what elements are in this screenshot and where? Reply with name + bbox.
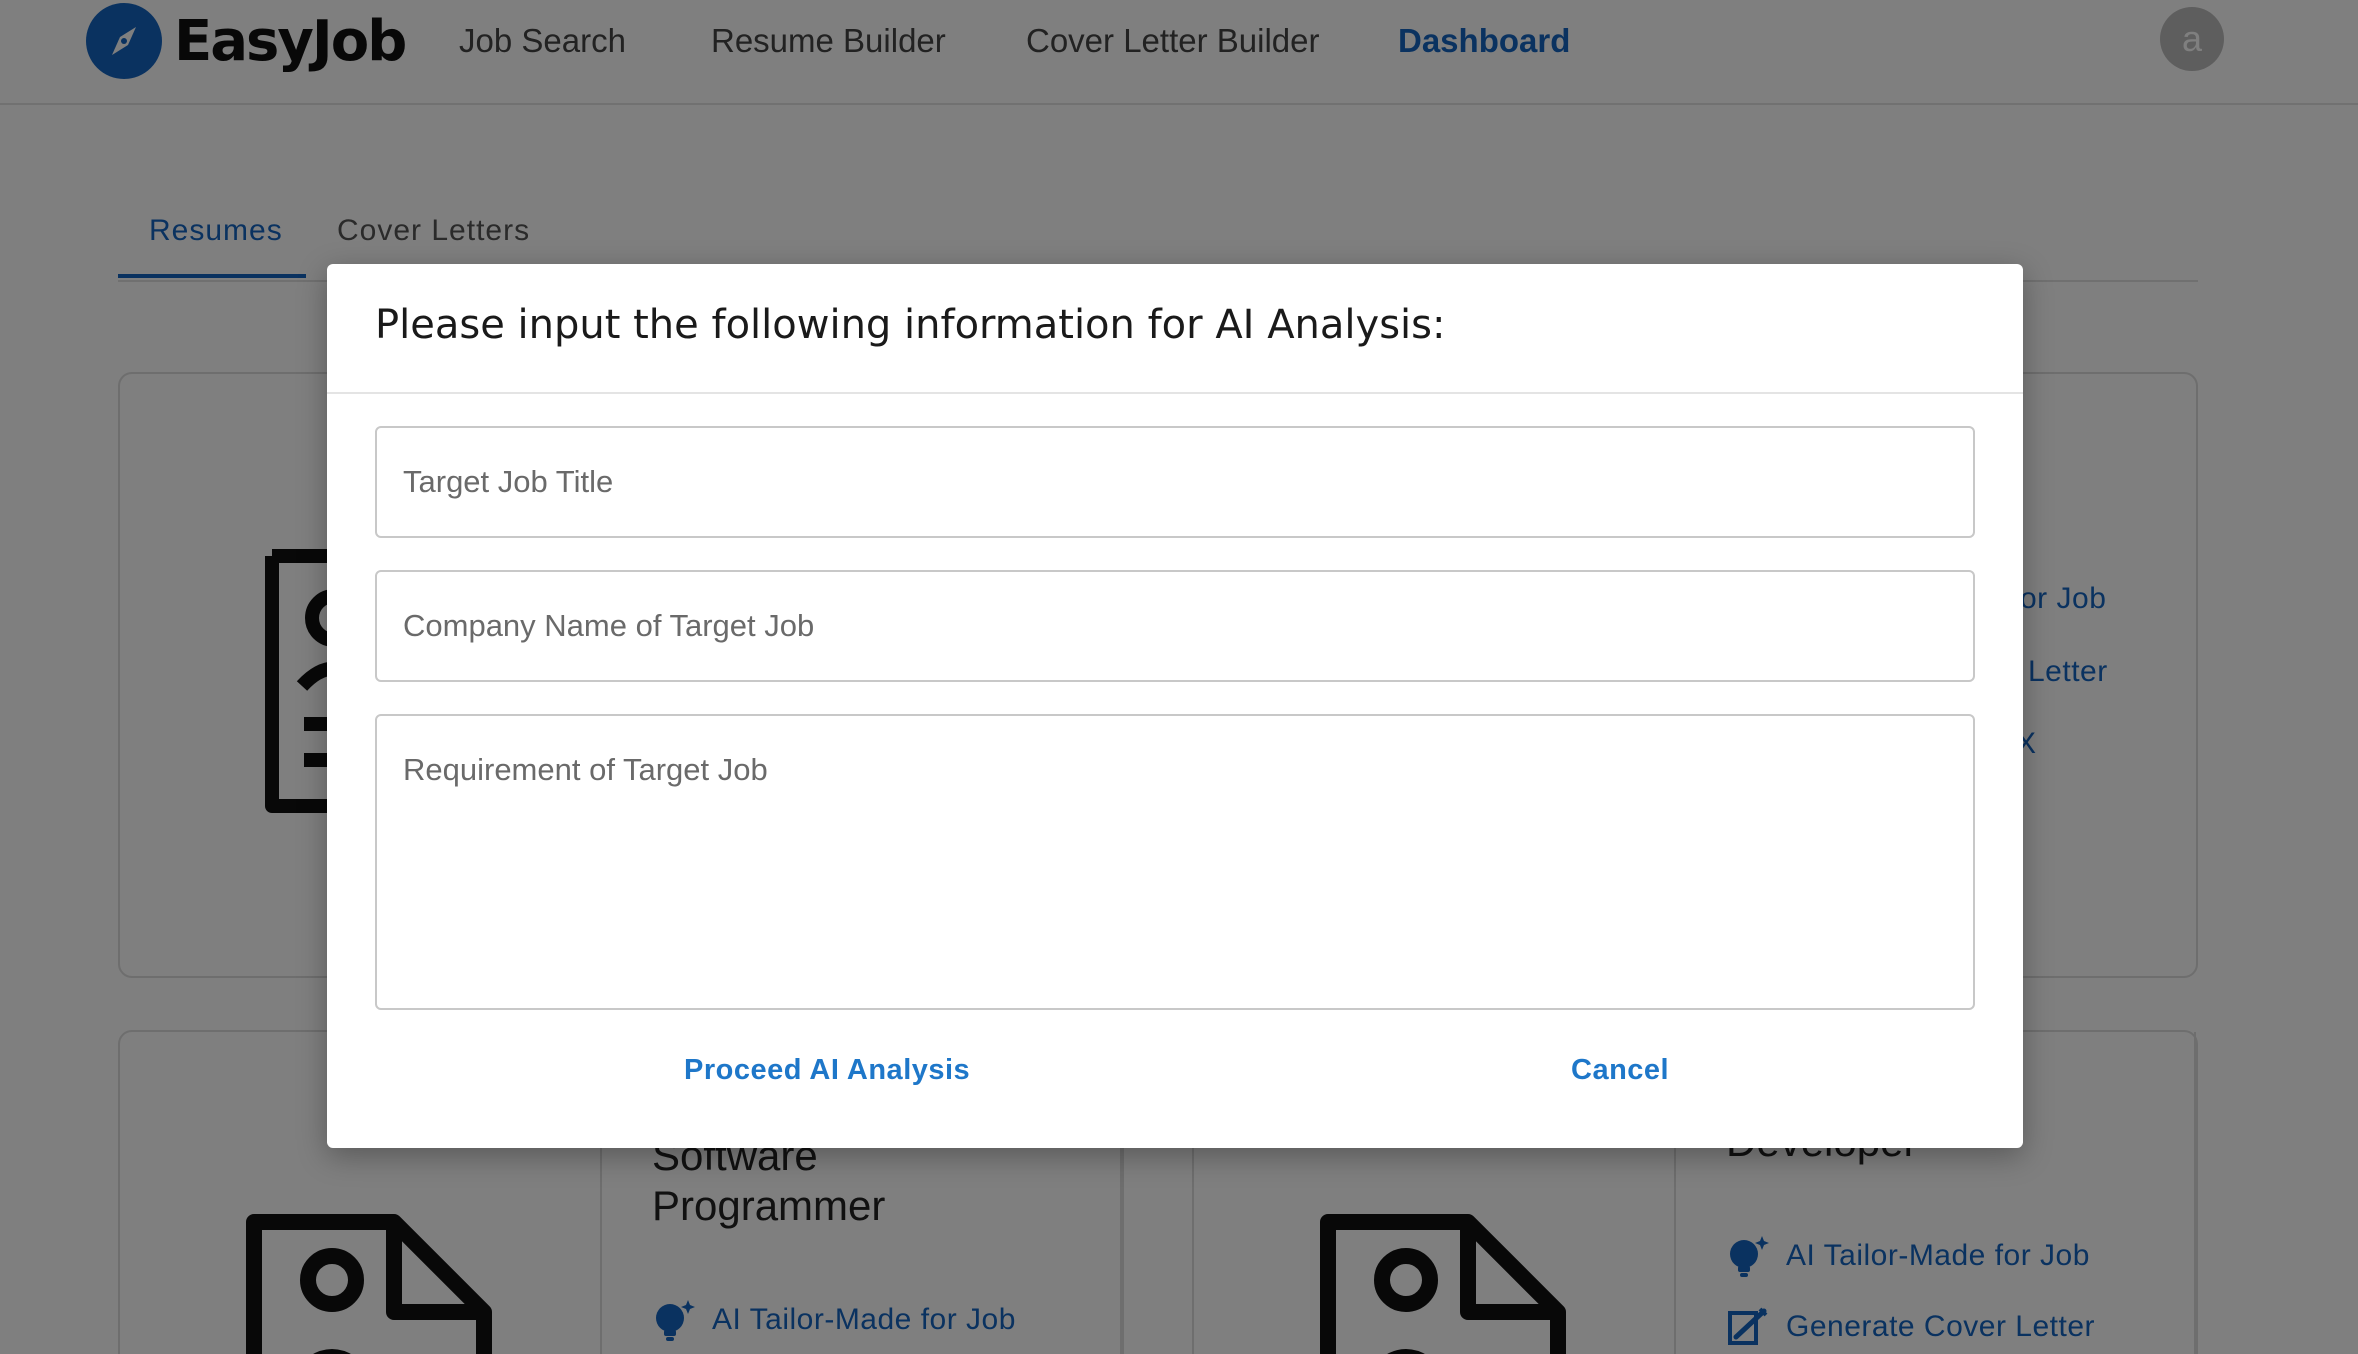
dialog-divider xyxy=(327,392,2023,394)
company-name-input[interactable] xyxy=(375,570,1975,682)
cancel-button[interactable]: Cancel xyxy=(1571,1054,1669,1087)
ai-analysis-dialog: Please input the following information f… xyxy=(327,264,2023,1148)
job-requirement-textarea[interactable] xyxy=(375,714,1975,1010)
proceed-ai-analysis-button[interactable]: Proceed AI Analysis xyxy=(684,1054,970,1087)
target-job-title-input[interactable] xyxy=(375,426,1975,538)
dialog-title: Please input the following information f… xyxy=(375,302,1446,348)
